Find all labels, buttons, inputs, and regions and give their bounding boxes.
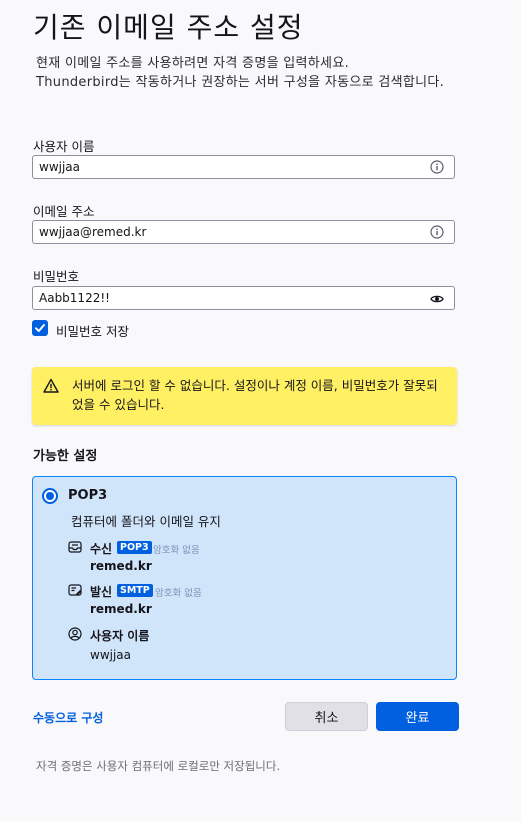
outgoing-server: remed.kr (90, 602, 152, 616)
pop3-radio[interactable] (42, 488, 58, 504)
remember-password-label[interactable]: 비밀번호 저장 (56, 321, 129, 340)
user-icon (68, 627, 82, 641)
option-subtitle: 컴퓨터에 폴더와 이메일 유지 (71, 514, 221, 529)
email-input[interactable] (39, 224, 419, 240)
username-input[interactable] (39, 159, 419, 175)
available-settings-title: 가능한 설정 (33, 449, 98, 464)
login-warning-banner: 서버에 로그인 할 수 없습니다. 설정이나 계정 이름, 비밀번호가 잘못되었… (32, 367, 457, 425)
description-line-2: Thunderbird는 작동하거나 권장하는 서버 구성을 자동으로 검색합니… (36, 75, 445, 90)
email-field-box (32, 220, 455, 244)
email-label: 이메일 주소 (33, 204, 95, 219)
user-label: 사용자 이름 (90, 629, 150, 643)
password-label: 비밀번호 (33, 269, 80, 284)
pop3-option-card[interactable]: POP3 컴퓨터에 폴더와 이메일 유지 수신 POP3 암호화 없음 reme… (32, 476, 457, 680)
username-field-box (32, 155, 455, 179)
warning-icon (43, 378, 59, 393)
incoming-encryption: 암호화 없음 (153, 545, 200, 556)
description-line-1: 현재 이메일 주소를 사용하려면 자격 증명을 입력하세요. (36, 56, 350, 71)
page-title: 기존 이메일 주소 설정 (33, 11, 304, 44)
option-title: POP3 (68, 488, 108, 503)
done-button[interactable]: 완료 (376, 702, 459, 731)
eye-icon[interactable] (430, 292, 444, 306)
outgoing-encryption: 암호화 없음 (155, 588, 202, 599)
cancel-button[interactable]: 취소 (285, 702, 368, 731)
username-label: 사용자 이름 (33, 139, 95, 154)
info-icon[interactable] (430, 160, 444, 174)
incoming-server: remed.kr (90, 559, 152, 573)
outbox-icon (68, 584, 82, 596)
incoming-label: 수신 (90, 542, 113, 556)
outgoing-label: 발신 (90, 585, 113, 599)
remember-password-checkbox[interactable] (32, 320, 48, 336)
password-field-box (32, 286, 455, 310)
credentials-note: 자격 증명은 사용자 컴퓨터에 로컬로만 저장됩니다. (36, 759, 281, 773)
warning-text: 서버에 로그인 할 수 없습니다. 설정이나 계정 이름, 비밀번호가 잘못되었… (72, 378, 438, 412)
user-value: wwjjaa (90, 648, 132, 662)
inbox-icon (68, 541, 82, 553)
info-icon[interactable] (430, 225, 444, 239)
checkmark-icon (35, 324, 45, 332)
outgoing-protocol-badge: SMTP (117, 584, 153, 597)
password-input[interactable] (39, 290, 419, 306)
manual-config-link[interactable]: 수동으로 구성 (33, 709, 103, 726)
incoming-protocol-badge: POP3 (117, 541, 152, 554)
